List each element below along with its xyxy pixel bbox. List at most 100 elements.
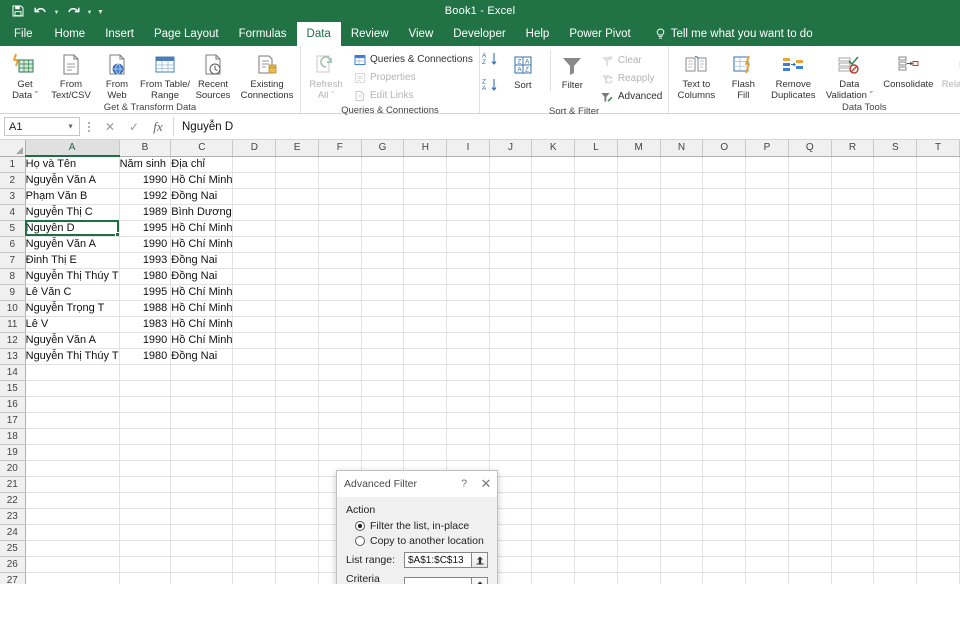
cell-C8[interactable]: Đồng Nai <box>170 268 234 285</box>
cell-E21[interactable] <box>275 476 319 493</box>
cell-S13[interactable] <box>873 348 918 365</box>
cell-B16[interactable] <box>119 396 172 413</box>
save-icon[interactable] <box>8 2 28 20</box>
remove-duplicates-button[interactable]: Remove Duplicates <box>765 49 821 101</box>
cell-C17[interactable] <box>170 412 234 429</box>
cell-K7[interactable] <box>531 252 576 269</box>
redo-icon[interactable] <box>63 2 83 20</box>
cell-F14[interactable] <box>318 364 362 381</box>
cell-S17[interactable] <box>873 412 918 429</box>
cell-J2[interactable] <box>489 172 533 189</box>
cell-I14[interactable] <box>446 364 490 381</box>
column-header-a[interactable]: A <box>25 140 120 157</box>
cell-H15[interactable] <box>403 380 448 397</box>
cell-C11[interactable]: Hồ Chí Minh <box>170 316 234 333</box>
cell-P13[interactable] <box>745 348 789 365</box>
cell-S7[interactable] <box>873 252 918 269</box>
cell-T3[interactable] <box>916 188 960 205</box>
cell-L6[interactable] <box>574 236 618 253</box>
cell-T6[interactable] <box>916 236 960 253</box>
cell-E2[interactable] <box>275 172 319 189</box>
tab-formulas[interactable]: Formulas <box>229 22 297 46</box>
tab-data[interactable]: Data <box>296 22 341 46</box>
cell-N12[interactable] <box>660 332 704 349</box>
cell-P6[interactable] <box>745 236 789 253</box>
cell-M16[interactable] <box>617 396 661 413</box>
cell-F19[interactable] <box>318 444 362 461</box>
cell-G7[interactable] <box>361 252 405 269</box>
cell-A8[interactable]: Nguyễn Thị Thúy T <box>25 268 120 285</box>
cell-N16[interactable] <box>660 396 704 413</box>
cell-R22[interactable] <box>831 492 875 509</box>
cell-H14[interactable] <box>403 364 448 381</box>
cell-I12[interactable] <box>446 332 490 349</box>
cell-L27[interactable] <box>574 572 618 584</box>
cell-O11[interactable] <box>702 316 747 333</box>
cell-M7[interactable] <box>617 252 661 269</box>
cell-R14[interactable] <box>831 364 875 381</box>
row-header-8[interactable]: 8 <box>0 268 26 285</box>
cell-I1[interactable] <box>446 156 490 173</box>
cell-M3[interactable] <box>617 188 661 205</box>
cell-O10[interactable] <box>702 300 747 317</box>
undo-dropdown-icon[interactable]: ▼ <box>52 2 61 20</box>
cell-J18[interactable] <box>489 428 533 445</box>
cell-L2[interactable] <box>574 172 618 189</box>
cell-P23[interactable] <box>745 508 789 525</box>
cell-G11[interactable] <box>361 316 405 333</box>
cell-C2[interactable]: Hồ Chí Minh <box>170 172 234 189</box>
cell-E13[interactable] <box>275 348 319 365</box>
cell-J1[interactable] <box>489 156 533 173</box>
cell-O22[interactable] <box>702 492 747 509</box>
cell-N20[interactable] <box>660 460 704 477</box>
row-header-3[interactable]: 3 <box>0 188 26 205</box>
cell-M24[interactable] <box>617 524 661 541</box>
cell-A10[interactable]: Nguyễn Trọng T <box>25 300 120 317</box>
cell-J11[interactable] <box>489 316 533 333</box>
cell-D6[interactable] <box>232 236 277 253</box>
refresh-all-button[interactable]: Refresh All ˇ <box>303 49 349 101</box>
cell-A13[interactable]: Nguyễn Thị Thúy T <box>25 348 120 365</box>
cell-B20[interactable] <box>119 460 172 477</box>
cell-F11[interactable] <box>318 316 362 333</box>
cell-E1[interactable] <box>275 156 319 173</box>
cell-F1[interactable] <box>318 156 362 173</box>
criteria-range-picker-icon[interactable] <box>472 577 488 584</box>
column-header-q[interactable]: Q <box>788 140 832 157</box>
cell-D9[interactable] <box>232 284 277 301</box>
cell-P4[interactable] <box>745 204 789 221</box>
cell-R1[interactable] <box>831 156 875 173</box>
cell-T15[interactable] <box>916 380 960 397</box>
cell-C26[interactable] <box>170 556 234 573</box>
cell-B4[interactable]: 1989 <box>119 204 172 221</box>
cell-R8[interactable] <box>831 268 875 285</box>
dialog-title-bar[interactable]: Advanced Filter ? ✕ <box>337 471 497 497</box>
cell-M23[interactable] <box>617 508 661 525</box>
cell-T19[interactable] <box>916 444 960 461</box>
row-header-17[interactable]: 17 <box>0 412 26 429</box>
cell-K2[interactable] <box>531 172 576 189</box>
cell-E11[interactable] <box>275 316 319 333</box>
cell-G2[interactable] <box>361 172 405 189</box>
cell-N19[interactable] <box>660 444 704 461</box>
customize-qat-icon[interactable]: ▼ <box>96 2 105 20</box>
column-header-h[interactable]: H <box>403 140 448 157</box>
cell-A27[interactable] <box>25 572 120 584</box>
cell-I13[interactable] <box>446 348 490 365</box>
cell-P1[interactable] <box>745 156 789 173</box>
cell-S20[interactable] <box>873 460 918 477</box>
cell-M25[interactable] <box>617 540 661 557</box>
cell-K20[interactable] <box>531 460 576 477</box>
cell-I11[interactable] <box>446 316 490 333</box>
cell-A15[interactable] <box>25 380 120 397</box>
cell-O25[interactable] <box>702 540 747 557</box>
cell-P11[interactable] <box>745 316 789 333</box>
row-header-15[interactable]: 15 <box>0 380 26 397</box>
cell-N17[interactable] <box>660 412 704 429</box>
cell-O9[interactable] <box>702 284 747 301</box>
cell-J16[interactable] <box>489 396 533 413</box>
cell-K17[interactable] <box>531 412 576 429</box>
cell-M27[interactable] <box>617 572 661 584</box>
cell-K4[interactable] <box>531 204 576 221</box>
sort-descending-icon[interactable]: ZA <box>482 77 498 98</box>
